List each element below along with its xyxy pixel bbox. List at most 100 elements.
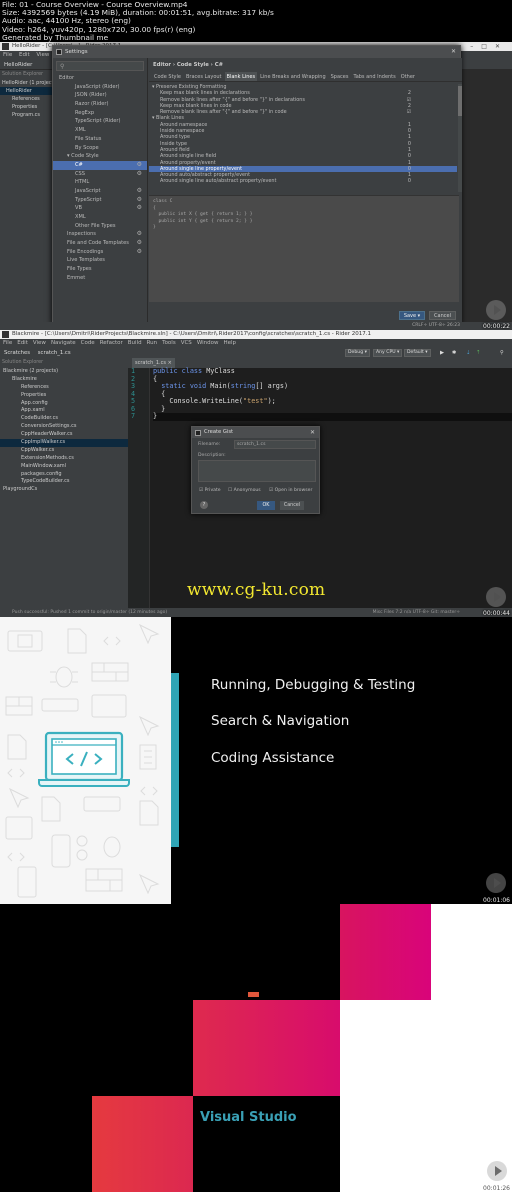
tree-item[interactable]: CppWalker.cs	[0, 447, 128, 455]
tab-code-style[interactable]: Code Style	[152, 72, 183, 81]
option-value[interactable]: 0	[408, 178, 411, 184]
settings-nav-item[interactable]: Editor	[53, 74, 147, 83]
tab-other[interactable]: Other	[399, 72, 417, 81]
menu-navigate[interactable]: Navigate	[51, 340, 76, 346]
settings-nav-item[interactable]: VB ⚙	[53, 204, 147, 213]
project-breadcrumb[interactable]: HelloRider	[4, 62, 32, 68]
tree-item[interactable]: ExtensionMethods.cs	[0, 455, 128, 463]
settings-nav-item[interactable]: Emmet	[53, 274, 147, 283]
tab-line-breaks-and-wrapping[interactable]: Line Breaks and Wrapping	[258, 72, 328, 81]
code-line[interactable]: }	[153, 412, 512, 421]
window-controls[interactable]: –□✕	[470, 42, 508, 51]
tree-item[interactable]: References	[0, 384, 128, 392]
settings-nav-item[interactable]: HTML	[53, 178, 147, 187]
tree-item[interactable]: Properties	[0, 103, 52, 111]
search-icon[interactable]: ⚲	[500, 348, 504, 358]
settings-nav-item[interactable]: File Encodings ⚙	[53, 248, 147, 257]
tab-spaces[interactable]: Spaces	[329, 72, 351, 81]
tree-item[interactable]: CodeBuilder.cs	[0, 415, 128, 423]
save-button[interactable]: Save ▾	[399, 311, 425, 320]
settings-nav-item[interactable]: TypeScript (Rider)	[53, 117, 147, 126]
settings-nav-item[interactable]: CSS ⚙	[53, 170, 147, 179]
cancel-button[interactable]: Cancel	[280, 501, 304, 510]
tree-item[interactable]: HelloRider	[0, 87, 52, 95]
option-row[interactable]: Around single line auto/abstract propert…	[149, 178, 457, 184]
private-checkbox[interactable]: ☑ Private	[199, 488, 221, 493]
settings-nav-item[interactable]: Other File Types	[53, 222, 147, 231]
settings-nav-item[interactable]: XML	[53, 213, 147, 222]
menu-view[interactable]: View	[36, 52, 49, 58]
menu-run[interactable]: Run	[147, 340, 158, 346]
settings-search-input[interactable]: ⚲	[56, 61, 144, 71]
settings-nav-item[interactable]: Razor (Rider)	[53, 100, 147, 109]
menu-tools[interactable]: Tools	[162, 340, 176, 346]
settings-nav-item[interactable]: RegExp	[53, 109, 147, 118]
code-line[interactable]: static void Main(string[] args)	[153, 382, 512, 391]
menu-help[interactable]: Help	[224, 340, 237, 346]
configuration-dropdown[interactable]: Debug ▾	[345, 349, 370, 357]
tree-item[interactable]: ConversionSettings.cs	[0, 423, 128, 431]
tab-blank-lines[interactable]: Blank Lines	[224, 72, 258, 81]
menu-code[interactable]: Code	[81, 340, 95, 346]
tree-item[interactable]: TypeCodeBuilder.cs	[0, 478, 128, 486]
settings-nav-item[interactable]: JavaScript (Rider)	[53, 83, 147, 92]
menu-file[interactable]: File	[3, 52, 12, 58]
tree-item[interactable]: App.config	[0, 400, 128, 408]
settings-nav-item[interactable]: Live Templates	[53, 256, 147, 265]
settings-nav-item[interactable]: ▾ Code Style	[53, 152, 147, 161]
close-icon[interactable]: ✕	[310, 427, 315, 438]
tree-item[interactable]: App.xaml	[0, 407, 128, 415]
menu-view[interactable]: View	[33, 340, 46, 346]
tree-item[interactable]: MainWindow.xaml	[0, 463, 128, 471]
settings-nav-item[interactable]: JavaScript ⚙	[53, 187, 147, 196]
vcs-commit-icon[interactable]: ⇡	[476, 348, 480, 358]
ok-button[interactable]: OK	[257, 501, 275, 510]
menu-build[interactable]: Build	[128, 340, 142, 346]
tree-item[interactable]: packages.config	[0, 471, 128, 479]
menu-file[interactable]: File	[3, 340, 12, 346]
settings-nav-item[interactable]: XML	[53, 126, 147, 135]
tree-item[interactable]: Blackmire	[0, 376, 128, 384]
vcs-update-icon[interactable]: ⇣	[466, 348, 470, 358]
settings-nav-item[interactable]: TypeScript ⚙	[53, 196, 147, 205]
tree-item[interactable]: Program.cs	[0, 111, 52, 119]
description-textarea[interactable]	[198, 460, 316, 482]
open-in-browser-checkbox[interactable]: ☑ Open in browser	[269, 488, 312, 493]
tree-item[interactable]: Blackmire (2 projects)	[0, 368, 128, 376]
code-line[interactable]: Console.WriteLine("test");	[153, 397, 512, 406]
menu-edit[interactable]: Edit	[17, 340, 28, 346]
options-scrollbar[interactable]	[458, 84, 462, 192]
run-profile-dropdown[interactable]: Default ▾	[404, 349, 431, 357]
code-editor[interactable]: scratch_1.cs × 1234567 public class MyCl…	[128, 358, 512, 608]
code-content[interactable]: public class MyClass{ static void Main(s…	[153, 367, 512, 421]
platform-dropdown[interactable]: Any CPU ▾	[373, 349, 403, 357]
settings-nav-item[interactable]: File Status	[53, 135, 147, 144]
settings-nav-item[interactable]: Inspections ⚙	[53, 230, 147, 239]
filename-input[interactable]: scratch_1.cs	[234, 440, 316, 449]
settings-nav-item[interactable]: File Types	[53, 265, 147, 274]
code-line[interactable]: }	[153, 405, 512, 414]
settings-nav-item[interactable]: C# ⚙	[53, 160, 147, 170]
tree-item[interactable]: References	[0, 95, 52, 103]
menu-window[interactable]: Window	[197, 340, 219, 346]
run-icon[interactable]: ▶	[440, 348, 444, 358]
tab-braces-layout[interactable]: Braces Layout	[184, 72, 224, 81]
tree-item[interactable]: HelloRider (1 project)	[0, 79, 55, 87]
debug-icon[interactable]: ✱	[452, 348, 456, 358]
anonymous-checkbox[interactable]: ☐ Anonymous	[228, 488, 261, 493]
code-line[interactable]: public class MyClass	[153, 367, 512, 376]
cancel-button[interactable]: Cancel	[429, 311, 456, 320]
settings-nav-item[interactable]: By Scope	[53, 144, 147, 153]
tree-item[interactable]: PlaygroundCs	[0, 486, 128, 494]
tree-item[interactable]: CppImplWalker.cs	[0, 439, 128, 447]
menu-refactor[interactable]: Refactor	[100, 340, 123, 346]
close-icon[interactable]: ✕	[451, 46, 456, 58]
scratches-breadcrumb[interactable]: Scratches	[4, 350, 30, 356]
settings-nav-item[interactable]: JSON (Rider)	[53, 91, 147, 100]
file-breadcrumb[interactable]: scratch_1.cs	[38, 350, 71, 356]
tree-item[interactable]: CppHeaderWalker.cs	[0, 431, 128, 439]
tab-tabs-and-indents[interactable]: Tabs and Indents	[351, 72, 397, 81]
tree-item[interactable]: Properties	[0, 392, 128, 400]
help-icon[interactable]: ?	[200, 501, 208, 509]
settings-nav-item[interactable]: File and Code Templates ⚙	[53, 239, 147, 248]
